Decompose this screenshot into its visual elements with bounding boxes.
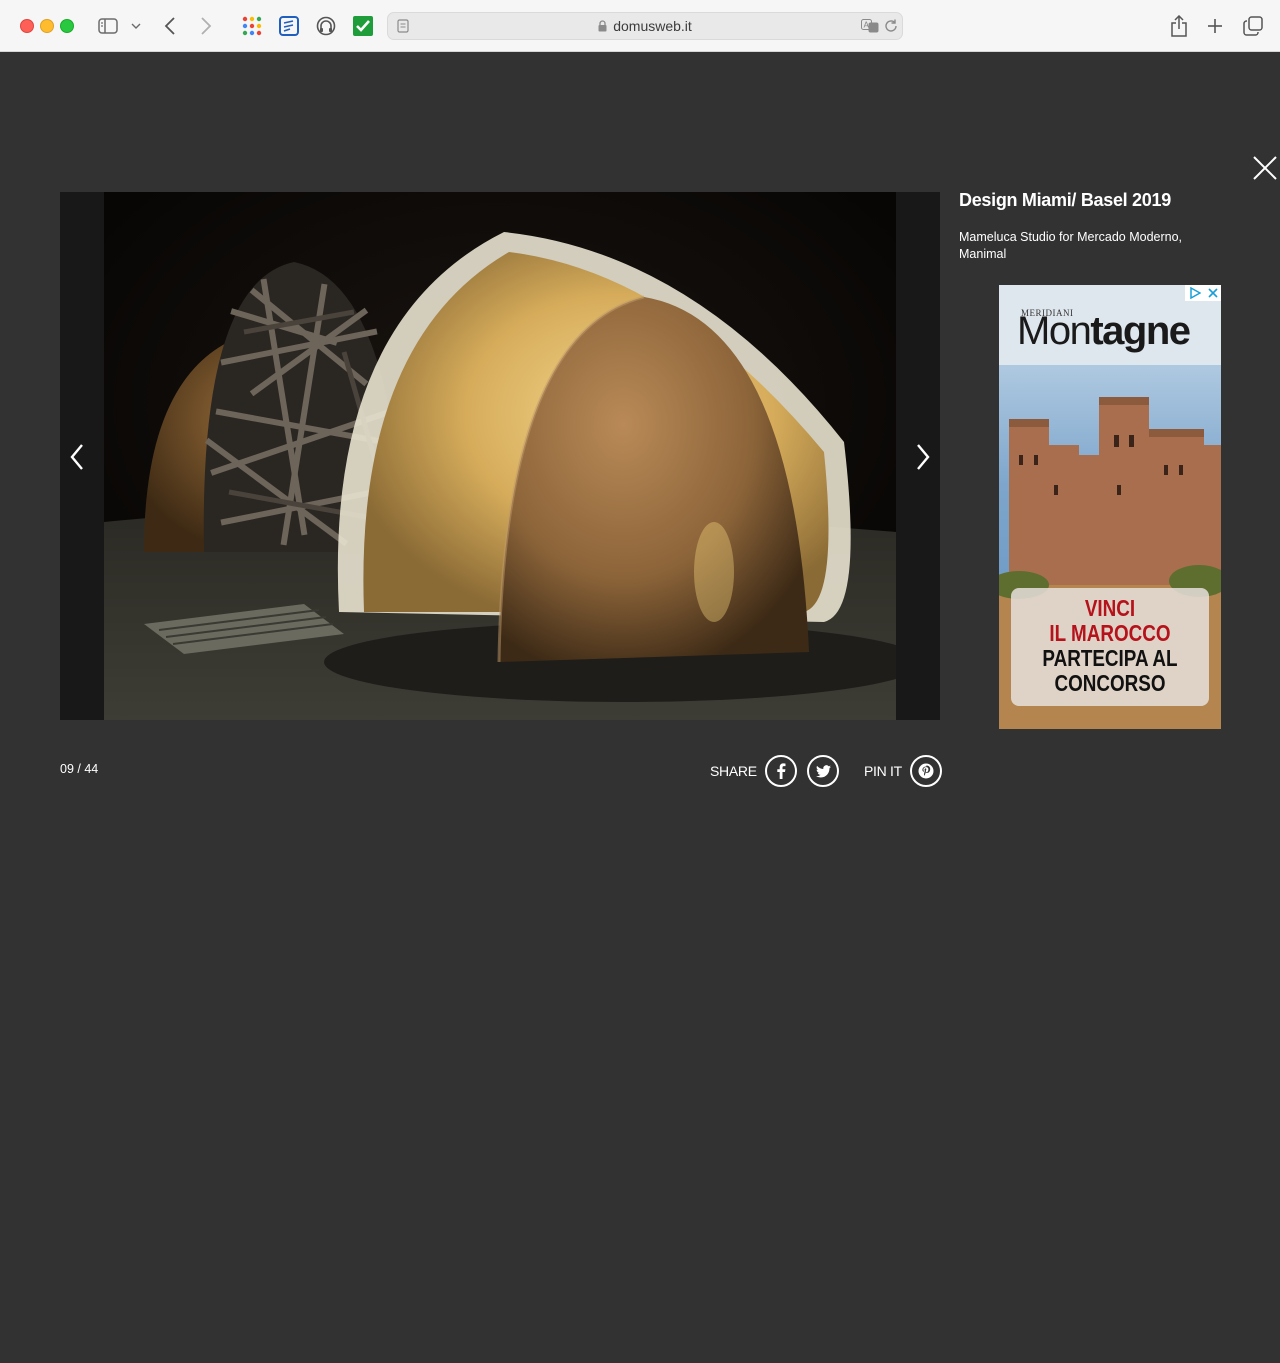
ad-choices-badge[interactable] [1185,285,1221,301]
gallery-title: Design Miami/ Basel 2019 [959,190,1171,210]
ad-message-box: VINCI IL MAROCCO PARTECIPA AL CONCORSO [1011,588,1209,706]
share-icon[interactable] [1168,14,1190,38]
next-image-button[interactable] [908,440,938,474]
pinterest-pin-button[interactable] [910,755,942,787]
ad-line-4: CONCORSO [1054,670,1166,696]
facebook-icon [777,763,786,779]
checkmark-extension-icon[interactable] [352,14,374,38]
pinterest-icon [918,763,934,779]
chevron-down-icon[interactable] [130,14,142,38]
minimize-window-button[interactable] [40,19,54,33]
previous-image-button[interactable] [62,440,92,474]
headphones-extension-icon[interactable] [315,14,337,38]
ad-brand-logo: Montagne [1017,309,1191,354]
ad-brand-bold: tagne [1090,309,1191,353]
browser-toolbar: domusweb.it A [0,0,1280,52]
close-icon [1253,156,1277,180]
url-display: domusweb.it [388,18,902,35]
translate-icon[interactable]: A [861,19,879,38]
image-counter: 09 / 44 [60,762,99,776]
facebook-share-button[interactable] [765,755,797,787]
gallery-caption: Mameluca Studio for Mercado Moderno, Man… [959,230,1183,261]
ad-line-3: PARTECIPA AL [1042,645,1178,671]
gallery-viewer [60,192,940,720]
ad-brand-thin: Mon [1017,309,1092,353]
url-text: domusweb.it [613,18,692,34]
share-label: SHARE [710,763,757,779]
new-tab-icon[interactable] [1205,14,1225,38]
forward-icon[interactable] [196,14,216,38]
lock-icon [598,19,607,35]
apps-grid-icon[interactable] [241,14,263,38]
close-window-button[interactable] [20,19,34,33]
tab-overview-icon[interactable] [1242,14,1264,38]
back-icon[interactable] [160,14,180,38]
address-bar[interactable]: domusweb.it A [387,12,903,40]
close-icon [1207,288,1218,298]
notes-extension-icon[interactable] [278,14,300,38]
adchoices-icon [1189,287,1201,299]
ad-line-1: VINCI [1084,595,1136,621]
chevron-left-icon [70,444,83,470]
zoom-window-button[interactable] [60,19,74,33]
advertisement[interactable]: MERIDIANI Montagne VINCI IL MAROCCO PART… [999,285,1221,729]
close-gallery-button[interactable] [1252,155,1278,181]
twitter-icon [815,764,831,777]
chevron-right-icon [917,444,930,470]
pin-it-label: PIN IT [864,763,902,779]
gallery-photo [104,192,896,720]
ad-line-2: IL MAROCCO [1049,620,1171,646]
sidebar-toggle-icon[interactable] [96,14,120,38]
twitter-share-button[interactable] [807,755,839,787]
reload-icon[interactable] [884,19,898,38]
